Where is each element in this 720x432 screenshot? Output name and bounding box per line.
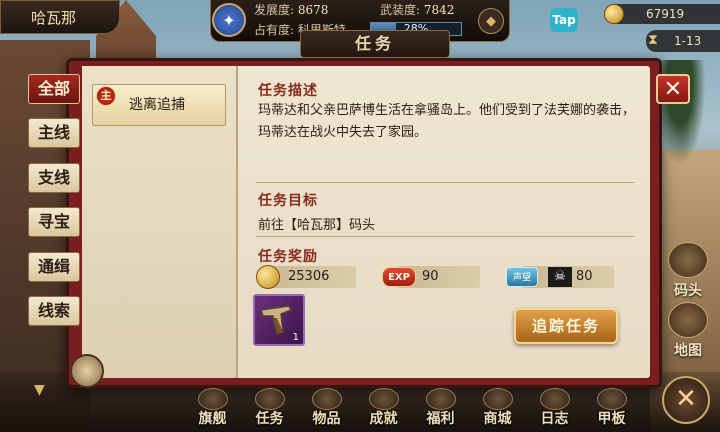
divider <box>256 236 634 237</box>
nav-label: 成就 <box>369 411 398 427</box>
nav-label: 旗舰 <box>198 411 227 427</box>
track-quest-button[interactable]: 追踪任务 <box>514 308 618 344</box>
city-name[interactable]: 哈瓦那 <box>0 0 120 34</box>
nav-label: 任务 <box>255 411 284 427</box>
objective-text: 前往【哈瓦那】码头 <box>258 218 376 233</box>
tab-wanted[interactable]: 通缉 <box>28 252 80 282</box>
trophy-icon <box>369 388 399 410</box>
nav-label: 日志 <box>540 411 569 427</box>
gold-value: 67919 <box>646 7 685 21</box>
nav-welfare[interactable]: 福利 <box>412 388 469 432</box>
bag-icon <box>312 388 342 410</box>
nav-label: 物品 <box>312 411 341 427</box>
map-button[interactable]: 地图 <box>664 302 712 362</box>
fame-label: 声望 <box>512 273 531 283</box>
quest-name: 逃离追捕 <box>129 97 185 113</box>
reward-item-pistol[interactable]: 1 <box>253 294 305 346</box>
tap-icon[interactable]: Tap <box>550 8 578 32</box>
armament-stat: 武装度: 7842 <box>380 1 454 18</box>
dock-button[interactable]: 码头 <box>664 242 712 302</box>
development-stat: 发展度: 8678 <box>254 1 328 18</box>
close-button[interactable]: ✕ <box>656 74 690 104</box>
deck-icon <box>597 388 627 410</box>
tap-label: Tap <box>552 13 576 27</box>
armament-value: 7842 <box>423 3 455 17</box>
quest-icon <box>255 388 285 410</box>
reward-title: 任务奖励 <box>258 249 318 265</box>
development-label: 发展度: <box>254 3 295 17</box>
objective-title: 任务目标 <box>258 193 318 209</box>
divider <box>256 182 634 183</box>
city-name-text: 哈瓦那 <box>31 8 77 27</box>
item-quantity: 1 <box>292 332 299 343</box>
nav-flagship[interactable]: 旗舰 <box>184 388 241 432</box>
shop-icon <box>483 388 513 410</box>
nation-emblem-icon[interactable]: ✦ <box>212 3 246 37</box>
nav-items[interactable]: 物品 <box>298 388 355 432</box>
exp-label: EXP <box>388 272 410 283</box>
dialog-title: 任务 <box>300 30 450 58</box>
description-title: 任务描述 <box>258 83 318 99</box>
reward-gold-value: 25306 <box>288 269 330 284</box>
dock-label: 码头 <box>674 283 702 299</box>
ship-wheel-icon <box>198 388 228 410</box>
reward-fame-value: 80 <box>576 269 593 284</box>
nav-quest[interactable]: 任务 <box>241 388 298 432</box>
gold-coin-icon <box>256 265 280 289</box>
gold-coin-icon <box>604 4 624 24</box>
nav-deck[interactable]: 甲板 <box>583 388 640 432</box>
skull-flag-icon: ☠ <box>548 267 572 287</box>
armament-label: 武装度: <box>380 3 421 17</box>
crossed-swords-icon[interactable]: ✕ <box>662 376 710 424</box>
hourglass-icon: ⧗ <box>648 32 658 48</box>
description-text: 玛蒂达和父亲巴萨博生活在拿骚岛上。他们受到了法芙娜的袭击，玛蒂达在战火中失去了家… <box>258 103 636 140</box>
tab-clue[interactable]: 线索 <box>28 296 80 326</box>
reward-exp-value: 90 <box>422 269 439 284</box>
chevron-down-icon[interactable]: ◆ <box>478 8 504 34</box>
nav-shop[interactable]: 商城 <box>469 388 526 432</box>
fame-icon: 声望 <box>506 267 538 287</box>
close-icon: ✕ <box>663 76 683 102</box>
nav-label: 福利 <box>426 411 455 427</box>
log-icon <box>540 388 570 410</box>
tab-main[interactable]: 主线 <box>28 118 80 148</box>
development-value: 8678 <box>297 3 329 17</box>
nav-achievements[interactable]: 成就 <box>355 388 412 432</box>
bottom-nav: 旗舰 任务 物品 成就 福利 商城 日志 甲板 <box>184 388 654 432</box>
tab-all[interactable]: 全部 <box>28 74 80 104</box>
nav-label: 甲板 <box>597 411 626 427</box>
map-icon <box>668 302 708 338</box>
nav-label: 商城 <box>483 411 512 427</box>
exp-icon: EXP <box>382 267 416 287</box>
gift-icon <box>426 388 456 410</box>
chevron-down-icon[interactable]: ▼ <box>34 382 45 398</box>
tab-side[interactable]: 支线 <box>28 163 80 193</box>
dock-icon <box>668 242 708 278</box>
main-quest-badge-icon: 主 <box>96 86 116 106</box>
nav-log[interactable]: 日志 <box>526 388 583 432</box>
compass-icon[interactable] <box>70 354 104 388</box>
tab-treasure[interactable]: 寻宝 <box>28 207 80 237</box>
map-label: 地图 <box>674 343 702 359</box>
date-value: 1-13 <box>674 34 702 48</box>
